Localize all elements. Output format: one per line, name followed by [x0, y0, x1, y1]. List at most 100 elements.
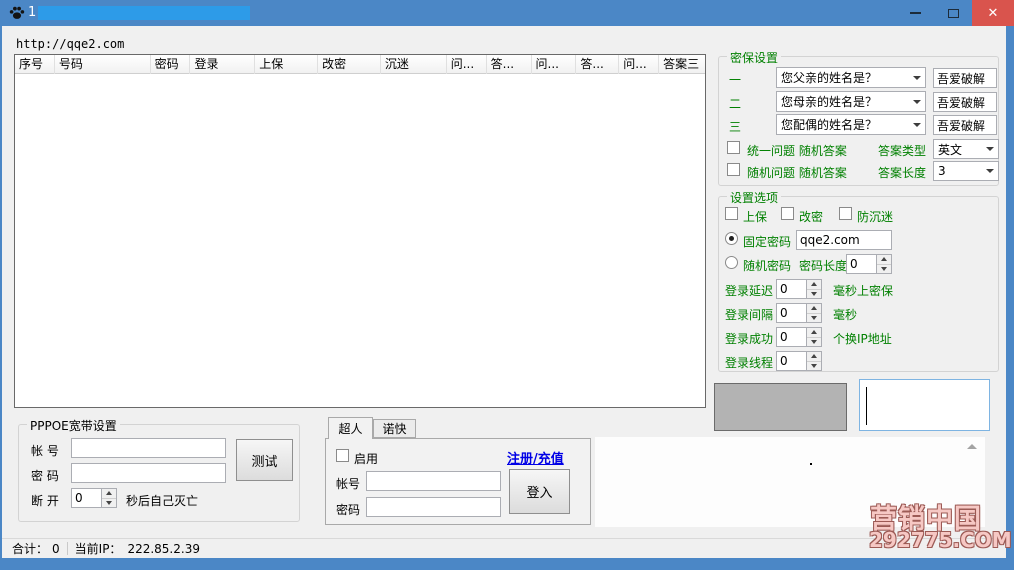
unified-question-label: 统一问题 随机答案	[747, 142, 847, 159]
status-ip-value: 222.85.2.39	[127, 542, 200, 556]
login-delay-label: 登录延迟	[725, 282, 773, 299]
changepw-checkbox-label: 改密	[799, 208, 823, 225]
login-threads-label: 登录线程	[725, 354, 773, 371]
column-header-q2[interactable]: 问...	[532, 55, 577, 74]
cursor-speck	[810, 463, 812, 465]
spinner-up-button[interactable]	[807, 328, 821, 338]
window-title: 1	[28, 0, 36, 26]
spinner-down-button[interactable]	[807, 314, 821, 323]
spinner-up-button[interactable]	[807, 304, 821, 314]
tab-nuokuai[interactable]: 诺快	[373, 419, 416, 438]
login-threads-spinner[interactable]: 0	[776, 351, 822, 371]
application-window: 1 ✕ http://qqe2.com 序号 号码 密码 登录 上保 改密 沉迷…	[0, 0, 1014, 570]
answer-length-combobox[interactable]: 3	[933, 161, 999, 181]
column-header-password[interactable]: 密码	[151, 55, 191, 74]
login-success-label: 登录成功	[725, 330, 773, 347]
security-settings-title: 密保设置	[727, 49, 781, 66]
answer-type-combobox[interactable]: 英文	[933, 139, 999, 159]
fixed-password-input[interactable]	[796, 230, 892, 250]
column-header-indulge[interactable]: 沉迷	[381, 55, 447, 74]
status-total-value: 0	[52, 542, 60, 556]
random-question-checkbox[interactable]	[727, 163, 740, 176]
answer-type-label: 答案类型	[878, 142, 926, 159]
spinner-down-button[interactable]	[807, 290, 821, 299]
spinner-down-button[interactable]	[807, 338, 821, 347]
table-body[interactable]	[15, 74, 705, 407]
enable-checkbox[interactable]	[336, 449, 349, 462]
random-password-radio[interactable]	[725, 256, 738, 269]
spinner-down-button[interactable]	[102, 499, 116, 508]
protect-checkbox-label: 上保	[743, 208, 767, 225]
answer-1-input[interactable]	[933, 68, 997, 88]
disconnect-spinner[interactable]: 0	[71, 488, 117, 508]
answer-length-value: 3	[934, 164, 982, 178]
pppoe-account-field[interactable]	[71, 438, 226, 458]
column-header-q3[interactable]: 问...	[619, 55, 659, 74]
minimize-button[interactable]	[896, 0, 934, 26]
spinner-value: 0	[847, 255, 876, 273]
column-header-q1[interactable]: 问...	[447, 55, 487, 74]
account-table[interactable]: 序号 号码 密码 登录 上保 改密 沉迷 问... 答... 问... 答...…	[14, 54, 706, 408]
protect-checkbox[interactable]	[725, 207, 738, 220]
answer-type-value: 英文	[934, 141, 982, 158]
agent-account-field[interactable]	[366, 471, 501, 491]
login-interval-spinner[interactable]: 0	[776, 303, 822, 323]
status-ip-label: 当前IP：	[75, 540, 122, 557]
pppoe-password-field[interactable]	[71, 463, 226, 483]
answer-2-input[interactable]	[933, 92, 997, 112]
chevron-down-icon[interactable]	[909, 76, 925, 80]
login-success-spinner[interactable]: 0	[776, 327, 822, 347]
column-header-a3[interactable]: 答案三	[659, 55, 705, 74]
spinner-up-button[interactable]	[807, 352, 821, 362]
column-header-login[interactable]: 登录	[190, 55, 255, 74]
close-button[interactable]: ✕	[972, 0, 1014, 26]
spinner-value: 0	[777, 352, 806, 370]
column-header-serial[interactable]: 序号	[15, 55, 55, 74]
anti-indulge-checkbox[interactable]	[839, 207, 852, 220]
output-box[interactable]	[859, 379, 990, 431]
agent-account-label: 帐号	[336, 475, 360, 492]
spinner-up-button[interactable]	[877, 255, 891, 265]
text-cursor	[866, 387, 867, 425]
agent-password-field[interactable]	[366, 497, 501, 517]
chevron-down-icon[interactable]	[909, 100, 925, 104]
unified-question-checkbox[interactable]	[727, 141, 740, 154]
login-button[interactable]: 登入	[509, 469, 570, 514]
spinner-down-button[interactable]	[807, 362, 821, 371]
chevron-down-icon[interactable]	[982, 169, 998, 173]
question-1-combobox[interactable]: 您父亲的姓名是？	[776, 67, 926, 88]
question-row-2-label: 二	[729, 95, 741, 112]
question-3-combobox[interactable]: 您配偶的姓名是？	[776, 114, 926, 135]
maximize-button[interactable]	[934, 0, 972, 26]
question-2-combobox[interactable]: 您母亲的姓名是？	[776, 91, 926, 112]
tab-chaoren[interactable]: 超人	[328, 417, 373, 439]
test-button[interactable]: 测试	[236, 439, 293, 481]
changepw-checkbox[interactable]	[781, 207, 794, 220]
spinner-down-button[interactable]	[877, 265, 891, 274]
column-header-a1[interactable]: 答...	[487, 55, 532, 74]
column-header-number[interactable]: 号码	[55, 55, 151, 74]
scroll-up-icon[interactable]	[967, 444, 977, 449]
title-bar[interactable]: 1 ✕	[0, 0, 1014, 26]
chevron-down-icon[interactable]	[909, 123, 925, 127]
pppoe-disconnect-label: 断 开	[31, 492, 59, 509]
register-recharge-link[interactable]: 注册/充值	[507, 448, 564, 467]
login-delay-spinner[interactable]: 0	[776, 279, 822, 299]
spinner-up-button[interactable]	[807, 280, 821, 290]
chevron-down-icon[interactable]	[982, 147, 998, 151]
fixed-password-radio[interactable]	[725, 232, 738, 245]
minimize-icon	[910, 12, 921, 14]
question-1-value: 您父亲的姓名是？	[777, 69, 909, 86]
password-length-spinner[interactable]: 0	[846, 254, 892, 274]
answer-3-input[interactable]	[933, 115, 997, 135]
column-header-a2[interactable]: 答...	[576, 55, 619, 74]
window-border-left	[0, 26, 2, 558]
fixed-password-label: 固定密码	[743, 233, 791, 250]
pppoe-title: PPPOE宽带设置	[27, 417, 120, 434]
column-header-changepw[interactable]: 改密	[318, 55, 381, 74]
column-header-protect[interactable]: 上保	[255, 55, 318, 74]
login-success-suffix: 个换IP地址	[833, 330, 892, 347]
question-row-1-label: 一	[729, 71, 741, 88]
spinner-up-button[interactable]	[102, 489, 116, 499]
status-separator	[67, 542, 68, 555]
